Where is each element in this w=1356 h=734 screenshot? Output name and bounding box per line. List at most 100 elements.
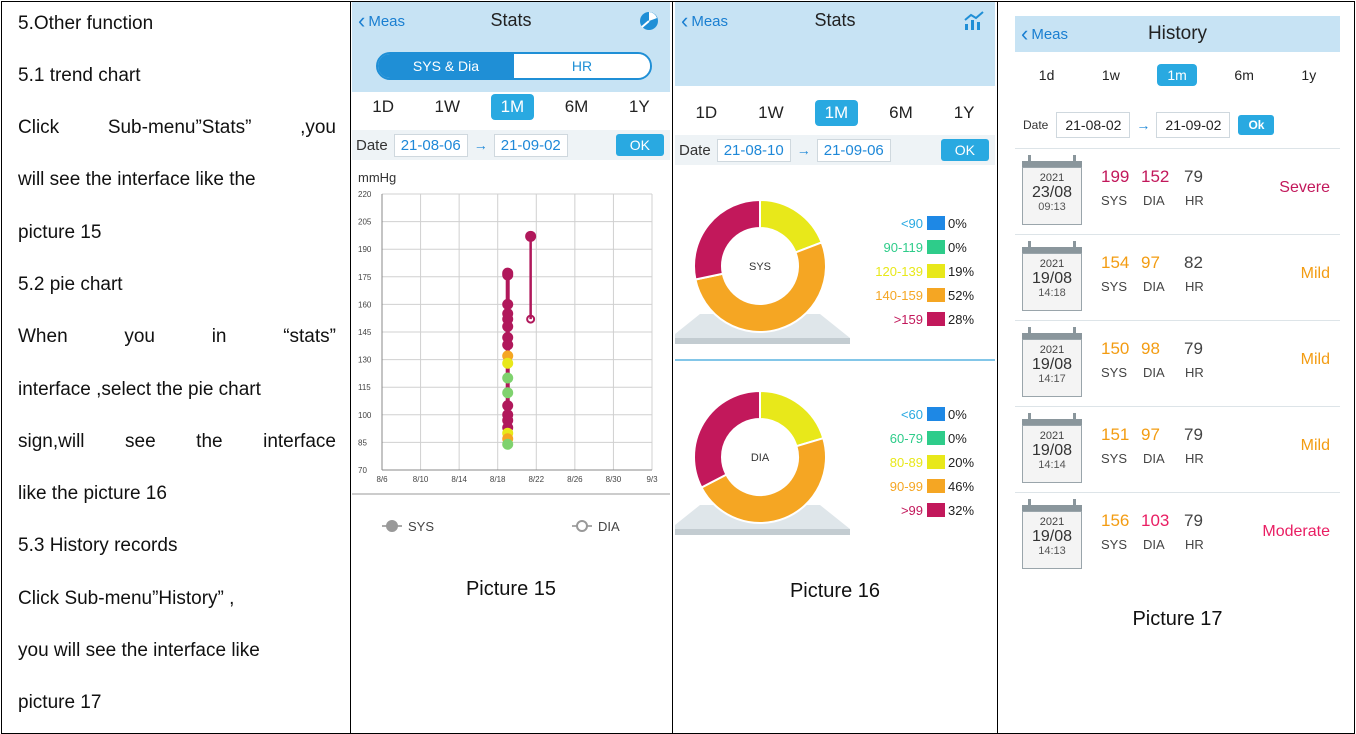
segmented-control: SYS & Dia HR (376, 52, 652, 80)
y-tick-label: 160 (358, 300, 372, 309)
pie-slice (759, 389, 825, 448)
ok-button[interactable]: Ok (1238, 115, 1275, 135)
legend-swatch (927, 479, 945, 493)
severity-label: Mild (1300, 265, 1330, 282)
data-point (502, 339, 514, 351)
sys-value: 154 (1101, 253, 1130, 272)
trend-chart-icon[interactable] (963, 10, 985, 32)
period-tab-1w[interactable]: 1W (748, 100, 794, 126)
arrow-right-icon: → (796, 142, 811, 158)
sys-label: SYS (1101, 193, 1128, 208)
history-record[interactable]: 2021 23/08 09:13 199 152 79 SYS DIA HR S… (1015, 148, 1340, 235)
screen-title: History (1147, 23, 1208, 44)
period-tab-1m[interactable]: 1M (814, 100, 859, 126)
manual-line: interface ,select the pie chart (18, 379, 261, 400)
picture-16-caption: Picture 16 (789, 580, 881, 602)
date-label: Date (679, 141, 711, 159)
dia-label: DIA (1143, 365, 1165, 380)
period-tabs: 1D 1W 1M 6M 1Y (675, 100, 995, 126)
period-tab-6m[interactable]: 6m (1224, 64, 1263, 86)
period-tab-1y[interactable]: 1Y (944, 100, 985, 126)
y-tick-label: 190 (358, 245, 372, 254)
calendar-box: 2021 19/08 14:17 (1022, 339, 1082, 397)
dia-label: DIA (1143, 279, 1165, 294)
legend-percent: 0% (948, 240, 967, 255)
calendar-icon: 2021 19/08 14:18 (1022, 241, 1082, 311)
record-time: 14:18 (1038, 287, 1066, 299)
period-tab-6m[interactable]: 6M (879, 100, 923, 126)
manual-word: see (125, 431, 156, 452)
legend-percent: 0% (948, 407, 967, 422)
x-tick-label: 9/3 (646, 475, 658, 484)
legend-range-label: 80-89 (890, 455, 923, 470)
legend-percent: 32% (948, 503, 974, 518)
manual-word: Click (18, 117, 60, 138)
manual-word: you (124, 326, 155, 347)
date-from-field[interactable]: 21-08-02 (1056, 112, 1131, 138)
history-record[interactable]: 2021 19/08 14:13 156 103 79 SYS DIA HR M… (1015, 492, 1340, 574)
legend-percent: 0% (948, 216, 967, 231)
severity-label: Mild (1300, 351, 1330, 368)
manual-line: Click Sub-menu”History” , (18, 588, 235, 609)
period-tab-1d[interactable]: 1D (685, 100, 727, 126)
manual-line: you will see the interface like (18, 640, 260, 661)
sys-value: 150 (1101, 339, 1130, 358)
manual-line: picture 17 (18, 692, 102, 713)
hr-label: HR (1185, 365, 1204, 380)
legend-range-label: 60-79 (890, 431, 923, 446)
trend-chart: mmHg 70 85 100 115 130 145 160 175 190 205 220 8/6 8/… (352, 170, 670, 534)
y-tick-label: 70 (358, 466, 367, 475)
y-tick-label: 85 (358, 438, 367, 447)
period-tab-1m[interactable]: 1m (1157, 64, 1197, 86)
date-to-field[interactable]: 21-09-06 (816, 138, 891, 162)
record-year: 2021 (1039, 344, 1065, 356)
history-record[interactable]: 2021 19/08 14:17 150 98 79 SYS DIA HR Mi… (1015, 320, 1340, 407)
pie-center-label: SYS (749, 261, 771, 273)
column-divider (997, 2, 998, 733)
segment-sys-dia[interactable]: SYS & Dia (378, 54, 514, 78)
hr-label: HR (1185, 537, 1204, 552)
y-tick-label: 175 (358, 273, 372, 282)
period-tab-1d[interactable]: 1d (1029, 64, 1065, 86)
pie-chart-icon[interactable] (638, 10, 660, 32)
dia-value: 97 (1141, 253, 1160, 272)
dia-value: 98 (1141, 339, 1160, 358)
record-time: 14:13 (1038, 545, 1066, 557)
history-record[interactable]: 2021 19/08 14:18 154 97 82 SYS DIA HR Mi… (1015, 234, 1340, 321)
ok-button[interactable]: OK (615, 134, 664, 156)
period-tab-1w[interactable]: 1W (425, 94, 471, 120)
legend-percent: 46% (948, 479, 974, 494)
severity-label: Mild (1300, 437, 1330, 454)
legend-marker (576, 520, 588, 532)
nav-bar: ‹ Meas Stats (675, 2, 995, 86)
date-from-field[interactable]: 21-08-06 (393, 133, 468, 157)
period-tab-6m[interactable]: 6M (555, 94, 599, 120)
manual-line: like the picture 16 (18, 483, 167, 504)
hr-label: HR (1185, 193, 1204, 208)
date-to-field[interactable]: 21-09-02 (493, 133, 568, 157)
legend-percent: 52% (948, 288, 974, 303)
date-from-field[interactable]: 21-08-10 (716, 138, 791, 162)
calendar-icon: 2021 19/08 14:14 (1022, 413, 1082, 483)
legend-swatch (927, 216, 945, 230)
arrow-right-icon: → (1136, 117, 1151, 133)
period-tab-1m[interactable]: 1M (490, 94, 535, 120)
picture-15-caption: Picture 15 (465, 578, 557, 600)
period-tab-1d[interactable]: 1D (362, 94, 404, 120)
date-label: Date (1023, 118, 1049, 132)
legend-swatch (927, 431, 945, 445)
legend-percent: 0% (948, 431, 967, 446)
history-screen: ‹ Meas History 1d 1w 1m 6m 1y Date 21-08-02 … (1015, 16, 1340, 574)
history-record[interactable]: 2021 19/08 14:14 151 97 79 SYS DIA HR Mi… (1015, 406, 1340, 493)
sys-label: SYS (1101, 451, 1128, 466)
period-tab-1y[interactable]: 1Y (619, 94, 660, 120)
segment-hr[interactable]: HR (514, 54, 650, 78)
ok-button[interactable]: OK (940, 139, 989, 161)
sys-value: 151 (1101, 425, 1130, 444)
period-tab-1w[interactable]: 1w (1092, 64, 1130, 86)
sys-label: SYS (1101, 279, 1128, 294)
dia-value: 97 (1141, 425, 1160, 444)
period-tab-1y[interactable]: 1y (1291, 64, 1326, 86)
legend-swatch (927, 264, 945, 278)
date-to-field[interactable]: 21-09-02 (1156, 112, 1231, 138)
